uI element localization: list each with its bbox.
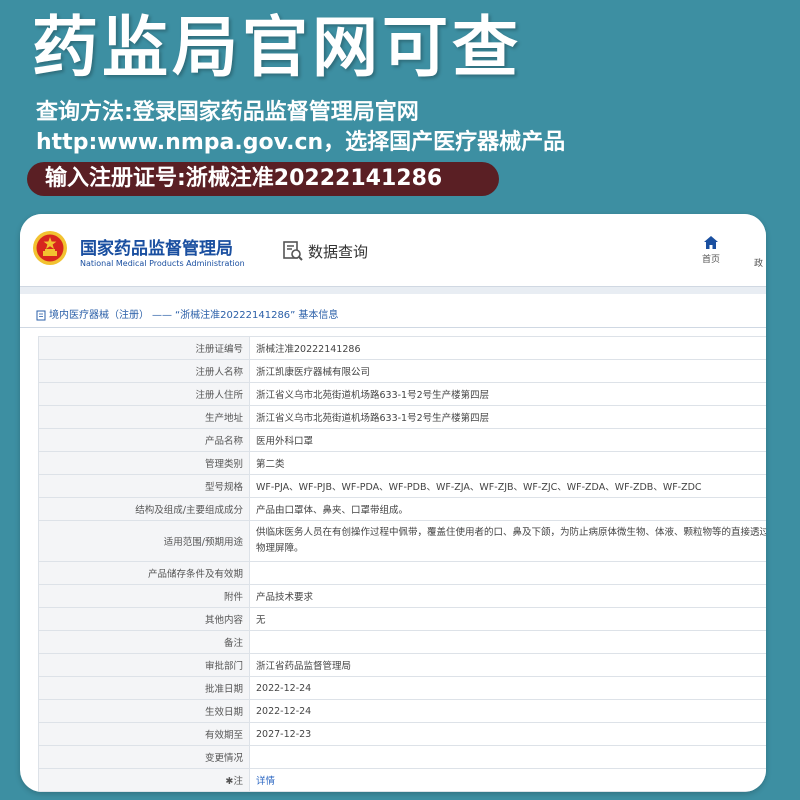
row-value: 浙械注准20222141286 [249, 336, 766, 360]
document-icon [36, 310, 46, 321]
row-value: 第二类 [249, 451, 766, 475]
table-row: 审批部门 浙江省药品监督管理局 [38, 653, 766, 677]
site-header: 国家药品监督管理局 National Medical Products Admi… [20, 214, 766, 286]
row-label: 审批部门 [38, 653, 250, 677]
breadcrumb-separator: —— [152, 309, 172, 321]
breadcrumb-record: “浙械注准20222141286” [175, 309, 296, 321]
row-value: 无 [249, 607, 766, 631]
table-row: 其他内容 无 [38, 607, 766, 631]
row-label: 变更情况 [38, 745, 250, 769]
table-row: 适用范围/预期用途 供临床医务人员在有创操作过程中佩带，覆盖住使用者的口、鼻及下… [38, 520, 766, 562]
table-row: 注册人名称 浙江凯康医疗器械有限公司 [38, 359, 766, 383]
row-value: 医用外科口罩 [249, 428, 766, 452]
data-query-nav[interactable]: 数据查询 [282, 240, 368, 262]
site-name[interactable]: 国家药品监督管理局 [80, 234, 233, 259]
table-row: 管理类别 第二类 [38, 451, 766, 475]
row-value: 浙江省义乌市北苑街道机场路633-1号2号生产楼第四层 [249, 405, 766, 429]
row-value [249, 630, 766, 654]
breadcrumb-suffix: 基本信息 [298, 309, 339, 321]
row-value: 产品由口罩体、鼻夹、口罩带组成。 [249, 497, 766, 521]
row-label: 批准日期 [38, 676, 250, 700]
row-value [249, 561, 766, 585]
row-label: 生产地址 [38, 405, 250, 429]
registration-number-banner: 输入注册证号:浙械注准20222141286 [27, 162, 499, 196]
data-query-label: 数据查询 [308, 242, 369, 261]
row-label: 产品储存条件及有效期 [38, 561, 250, 585]
header-divider [20, 286, 766, 294]
home-icon [704, 236, 718, 249]
page-headline: 药监局官网可查 [32, 9, 522, 86]
table-row: 有效期至 2027-12-23 [38, 722, 766, 746]
row-label: 注册证编号 [38, 336, 250, 360]
row-label: 有效期至 [38, 722, 250, 746]
row-value: 浙江省义乌市北苑街道机场路633-1号2号生产楼第四层 [249, 382, 766, 406]
row-label: 产品名称 [38, 428, 250, 452]
table-row: 结构及组成/主要组成成分 产品由口罩体、鼻夹、口罩带组成。 [38, 497, 766, 521]
table-row: 产品储存条件及有效期 [38, 561, 766, 585]
table-row: 型号规格 WF-PJA、WF-PJB、WF-PDA、WF-PDB、WF-ZJA、… [38, 474, 766, 498]
row-label: 备注 [38, 630, 250, 654]
table-row: 变更情况 [38, 745, 766, 769]
data-search-icon [283, 241, 303, 261]
note-label: 注 [233, 776, 243, 787]
site-name-english: National Medical Products Administration [80, 259, 245, 268]
row-label: 结构及组成/主要组成成分 [38, 497, 250, 521]
row-label: 管理类别 [38, 451, 250, 475]
table-row: 附件 产品技术要求 [38, 584, 766, 608]
screenshot-panel: 国家药品监督管理局 National Medical Products Admi… [20, 214, 766, 792]
table-row: ✱注 详情 [38, 768, 766, 792]
table-row: 生产地址 浙江省义乌市北苑街道机场路633-1号2号生产楼第四层 [38, 405, 766, 429]
row-value: 浙江省药品监督管理局 [249, 653, 766, 677]
query-url-line: http:www.nmpa.gov.cn，选择国产医疗器械产品 [36, 130, 566, 155]
nav-home[interactable]: 首页 [696, 236, 726, 265]
row-label: 注册人名称 [38, 359, 250, 383]
table-row: 批准日期 2022-12-24 [38, 676, 766, 700]
breadcrumb-category[interactable]: 境内医疗器械（注册） [49, 305, 149, 327]
row-label: 注册人住所 [38, 382, 250, 406]
row-label: 附件 [38, 584, 250, 608]
row-label: 其他内容 [38, 607, 250, 631]
table-row: 产品名称 医用外科口罩 [38, 428, 766, 452]
table-row: 备注 [38, 630, 766, 654]
breadcrumb: 境内医疗器械（注册） —— “浙械注准20222141286” 基本信息 [20, 304, 766, 328]
row-label: 生效日期 [38, 699, 250, 723]
row-value: 2022-12-24 [249, 699, 766, 723]
table-row: 注册人住所 浙江省义乌市北苑街道机场路633-1号2号生产楼第四层 [38, 382, 766, 406]
row-label: ✱注 [38, 768, 250, 792]
national-emblem-icon [33, 231, 67, 265]
nav-item-partial[interactable]: 政 [754, 256, 763, 269]
table-row: 生效日期 2022-12-24 [38, 699, 766, 723]
details-link[interactable]: 详情 [249, 768, 766, 792]
device-info-table: 注册证编号 浙械注准20222141286 注册人名称 浙江凯康医疗器械有限公司… [38, 336, 766, 792]
row-value: 2022-12-24 [249, 676, 766, 700]
row-value: 供临床医务人员在有创操作过程中佩带，覆盖住使用者的口、鼻及下颌，为防止病原体微生… [249, 520, 766, 562]
row-value: WF-PJA、WF-PJB、WF-PDA、WF-PDB、WF-ZJA、WF-ZJ… [249, 474, 766, 498]
row-value: 2027-12-23 [249, 722, 766, 746]
query-method-line: 查询方法:登录国家药品监督管理局官网 [36, 100, 419, 125]
row-label: 型号规格 [38, 474, 250, 498]
nav-home-label: 首页 [701, 255, 720, 265]
row-label: 适用范围/预期用途 [38, 520, 250, 562]
row-value: 产品技术要求 [249, 584, 766, 608]
row-value: 浙江凯康医疗器械有限公司 [249, 359, 766, 383]
table-row: 注册证编号 浙械注准20222141286 [38, 336, 766, 360]
row-value [249, 745, 766, 769]
